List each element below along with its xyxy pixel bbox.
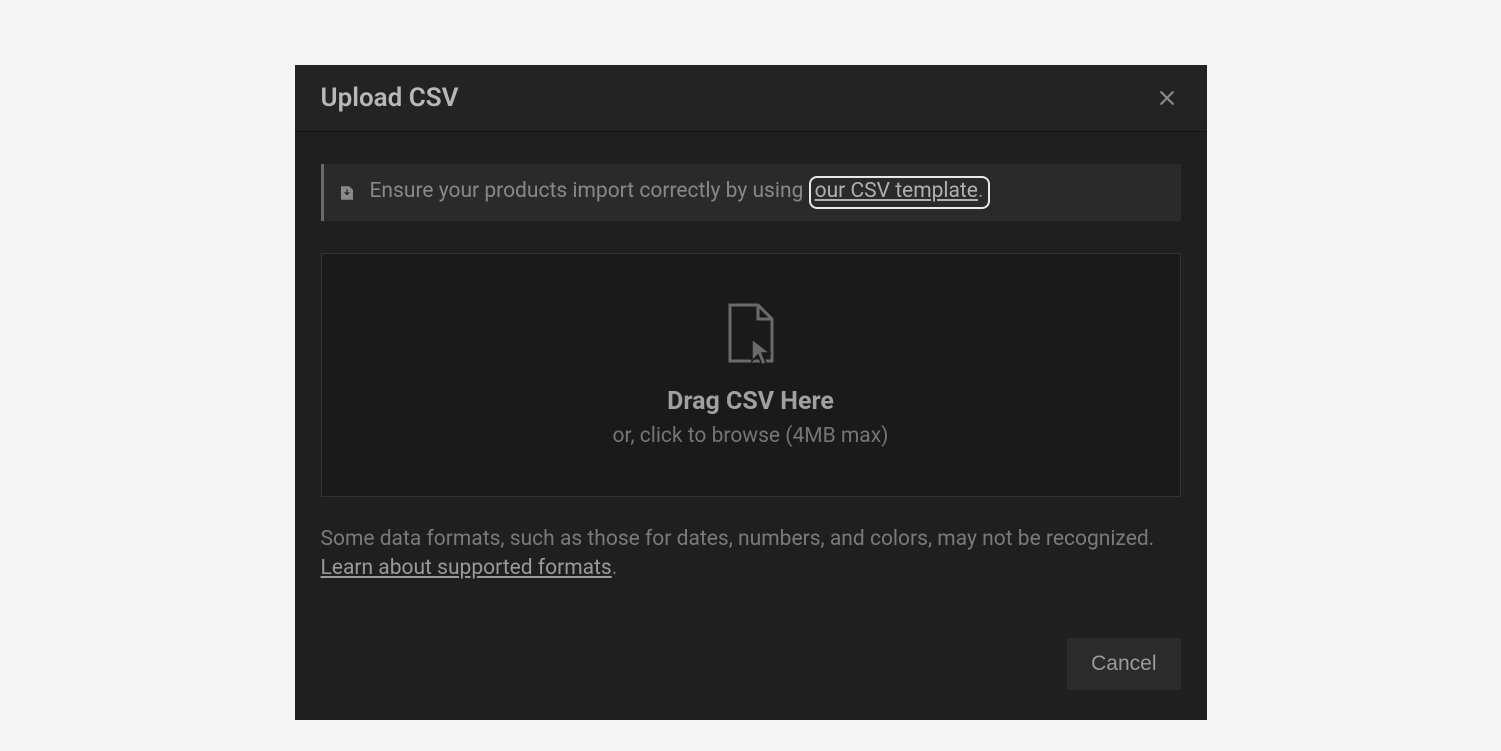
- modal-body: Ensure your products import correctly by…: [295, 132, 1207, 638]
- download-icon: [338, 184, 356, 202]
- file-cursor-icon: [724, 303, 778, 371]
- csv-template-link[interactable]: our CSV template: [815, 179, 978, 203]
- dropzone-subtitle: or, click to browse (4MB max): [613, 424, 889, 448]
- info-text-before: Ensure your products import correctly by…: [370, 179, 804, 203]
- file-dropzone[interactable]: Drag CSV Here or, click to browse (4MB m…: [321, 253, 1181, 497]
- footnote-before: Some data formats, such as those for dat…: [321, 527, 1155, 551]
- modal-title: Upload CSV: [321, 83, 459, 113]
- footnote-text: Some data formats, such as those for dat…: [321, 525, 1181, 582]
- modal-header: Upload CSV: [295, 65, 1207, 132]
- cancel-button[interactable]: Cancel: [1067, 638, 1180, 690]
- modal-footer: Cancel: [295, 638, 1207, 720]
- supported-formats-link[interactable]: Learn about supported formats: [321, 556, 612, 580]
- upload-csv-modal: Upload CSV Ensure your products import c…: [295, 65, 1207, 720]
- dropzone-title: Drag CSV Here: [667, 387, 834, 416]
- close-icon: [1157, 88, 1177, 108]
- info-text-after: .: [978, 179, 984, 203]
- info-banner: Ensure your products import correctly by…: [321, 164, 1181, 221]
- info-link-highlight: our CSV template.: [809, 176, 990, 209]
- close-button[interactable]: [1153, 84, 1181, 112]
- footnote-after: .: [612, 556, 618, 580]
- info-text: Ensure your products import correctly by…: [370, 176, 990, 209]
